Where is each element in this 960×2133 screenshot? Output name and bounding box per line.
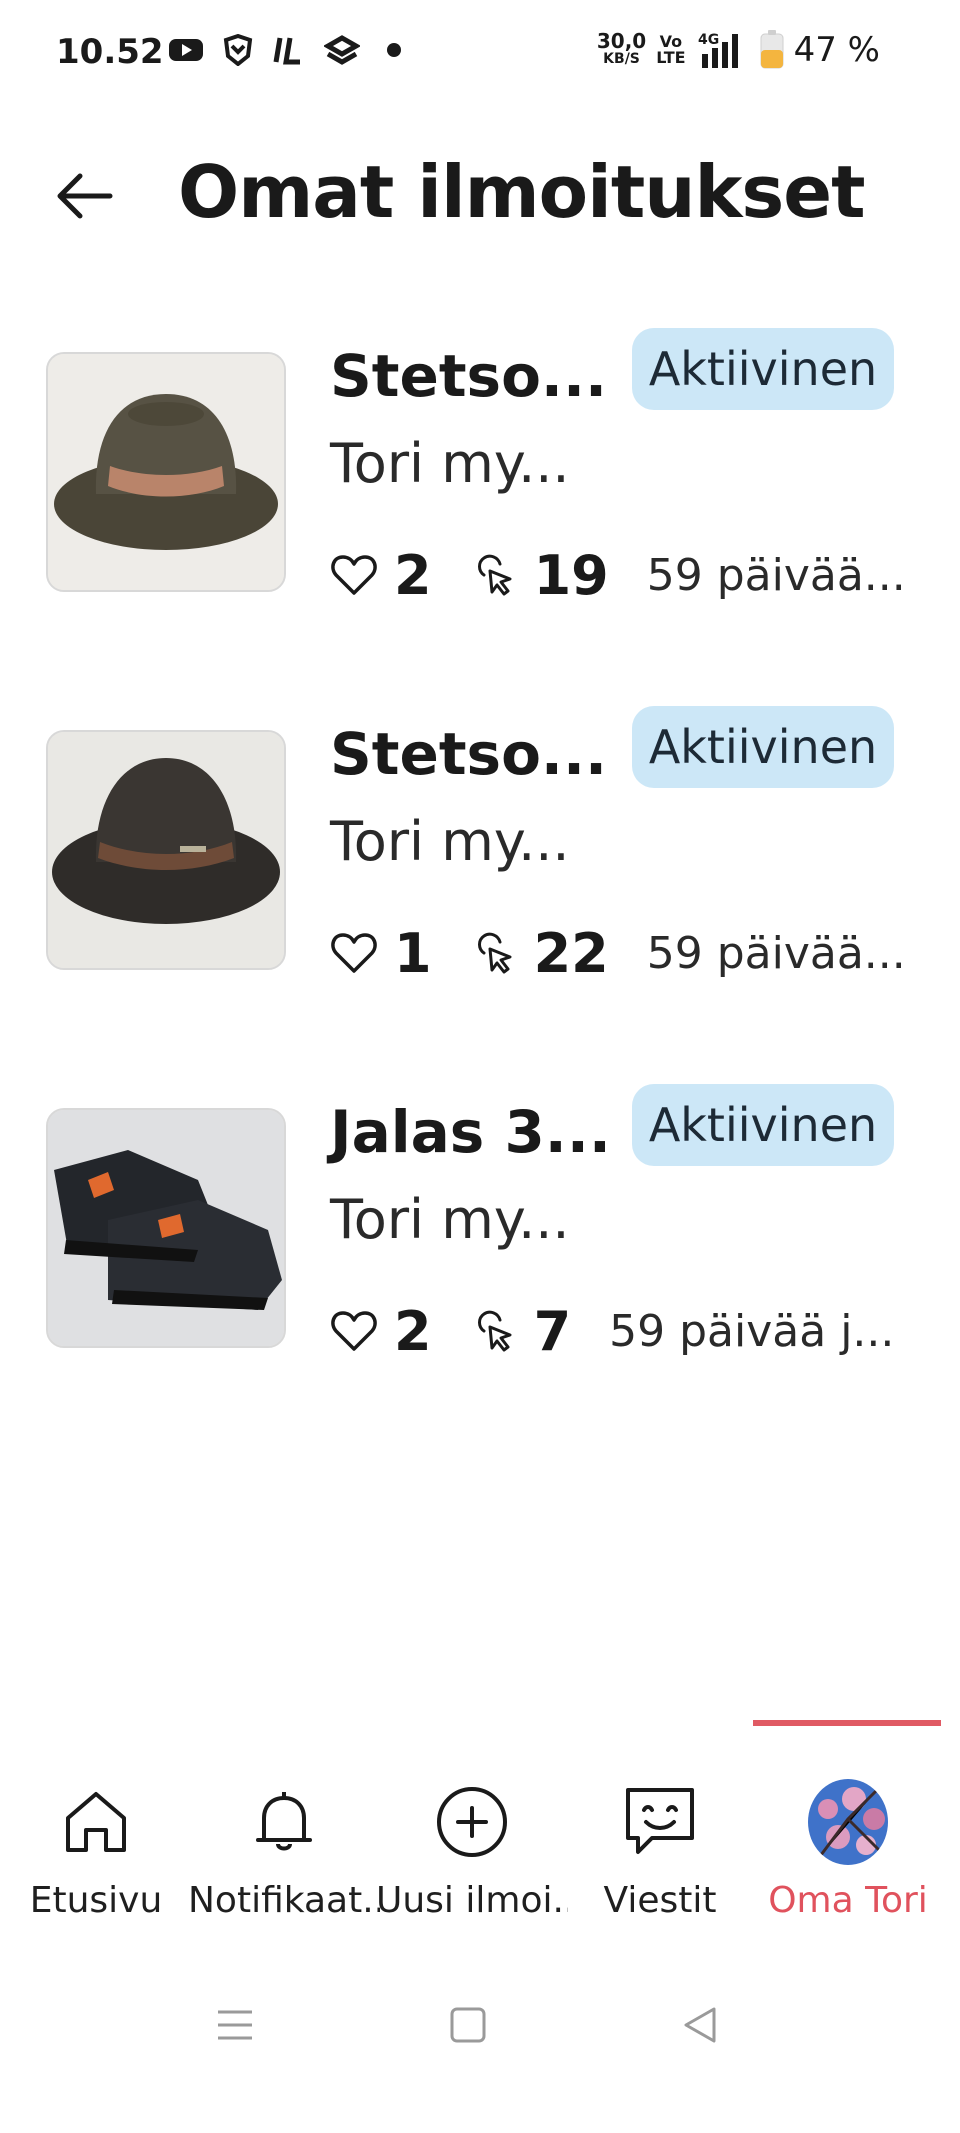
battery-percent: 47 % xyxy=(793,30,880,70)
page-title: Omat ilmoitukset xyxy=(178,150,865,234)
back-button[interactable] xyxy=(44,156,124,236)
listing-thumbnail xyxy=(46,730,286,970)
listing-title: Stetso... xyxy=(330,720,608,788)
listing-thumbnail xyxy=(46,1108,286,1348)
listing-title: Jalas 3... xyxy=(330,1098,611,1166)
net-speed: 30,0 KB/S xyxy=(596,29,647,67)
system-nav-bar xyxy=(0,1985,960,2065)
heart-icon xyxy=(331,555,377,595)
listing-subtitle: Tori my... xyxy=(330,810,570,873)
heart-icon xyxy=(331,933,377,973)
listing-item[interactable]: Stetso... Aktiivinen Tori my... 1 22 59 … xyxy=(0,698,960,985)
home-system-button[interactable] xyxy=(438,1995,498,2055)
home-icon xyxy=(66,1792,126,1852)
likes-count: 2 xyxy=(394,543,432,607)
listing-item[interactable]: Jalas 3... Aktiivinen Tori my... 2 7 59 … xyxy=(0,1076,960,1363)
clicks-count: 19 xyxy=(533,543,609,607)
bell-icon xyxy=(256,1792,312,1851)
status-right: 30,0 KB/S Vo LTE 4G 47 % xyxy=(597,30,880,70)
days-remaining: 59 päivää... xyxy=(646,549,906,601)
shoes-image xyxy=(48,1110,284,1346)
nav-item-messages[interactable]: Viestit xyxy=(564,1760,756,1930)
status-badge: Aktiivinen xyxy=(632,706,894,788)
hat-image xyxy=(48,732,284,968)
triangle-back-icon xyxy=(684,2007,716,2043)
listing-thumbnail xyxy=(46,352,286,592)
recents-button[interactable] xyxy=(205,1995,265,2055)
listing-subtitle: Tori my... xyxy=(330,1188,570,1251)
nav-label: Etusivu xyxy=(29,1880,163,1921)
clicks-count: 22 xyxy=(533,921,609,985)
status-badge: Aktiivinen xyxy=(632,1084,894,1166)
more-dot-icon xyxy=(387,43,401,57)
likes-count: 2 xyxy=(394,1299,432,1363)
days-remaining: 59 päivää j... xyxy=(609,1305,895,1357)
likes-count: 1 xyxy=(394,921,432,985)
heart-icon xyxy=(331,1311,377,1351)
listing-stats: 2 19 59 päivää... xyxy=(330,540,906,610)
app-header: Omat ilmoitukset xyxy=(0,130,960,260)
avatar-icon xyxy=(808,1779,888,1865)
nav-item-home[interactable]: Etusivu xyxy=(0,1760,192,1930)
arrow-left-icon xyxy=(57,173,113,219)
clicks-count: 7 xyxy=(533,1299,572,1363)
click-cursor-icon xyxy=(477,932,512,974)
nav-label: Uusi ilmoi... xyxy=(376,1880,568,1921)
svg-text:4G: 4G xyxy=(698,32,719,48)
youtube-icon xyxy=(169,39,203,61)
days-remaining: 59 päivää... xyxy=(646,927,906,979)
volte-indicator: Vo LTE xyxy=(656,32,686,67)
hat-image xyxy=(48,354,284,590)
status-time: 10.52 xyxy=(56,32,164,72)
listing-title: Stetso... xyxy=(330,342,608,410)
nav-item-notifications[interactable]: Notifikaat... xyxy=(188,1760,380,1930)
click-cursor-icon xyxy=(477,554,512,596)
stack-app-icon xyxy=(324,35,360,65)
nav-label: Viestit xyxy=(603,1880,717,1921)
il-app-icon xyxy=(273,37,300,65)
menu-lines-icon xyxy=(218,2010,252,2040)
battery-icon xyxy=(760,30,784,69)
chat-icon xyxy=(626,1788,694,1854)
listing-stats: 2 7 59 päivää j... xyxy=(330,1296,894,1366)
listing-item[interactable]: Stetso... Aktiivinen Tori my... 2 19 59 … xyxy=(0,320,960,607)
listing-stats: 1 22 59 päivää... xyxy=(330,918,906,988)
click-cursor-icon xyxy=(477,1310,512,1352)
listing-subtitle: Tori my... xyxy=(330,432,570,495)
plus-circle-icon xyxy=(437,1787,507,1857)
status-bar: 10.52 30,0 KB/S Vo LTE 4G 47 % xyxy=(0,0,960,110)
nav-item-new-listing[interactable]: Uusi ilmoi... xyxy=(376,1760,568,1930)
status-badge: Aktiivinen xyxy=(632,328,894,410)
square-icon xyxy=(450,2007,486,2043)
nav-label: Notifikaat... xyxy=(188,1880,380,1921)
nav-item-oma-tori[interactable]: Oma Tori xyxy=(752,1760,944,1930)
signal-icon: 4G xyxy=(698,32,738,68)
notification-icons xyxy=(168,34,412,66)
back-system-button[interactable] xyxy=(670,1995,730,2055)
nav-label: Oma Tori xyxy=(768,1880,928,1921)
active-tab-indicator xyxy=(753,1720,941,1726)
bottom-nav: Etusivu Notifikaat... Uusi ilmoi... Vies… xyxy=(0,1720,960,1950)
shield-app-icon xyxy=(223,34,253,66)
